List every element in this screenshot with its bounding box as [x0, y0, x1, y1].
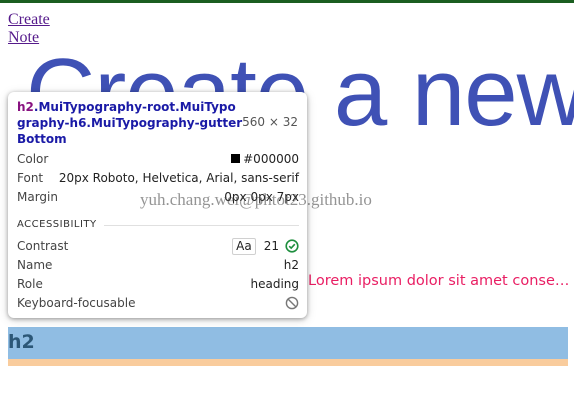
color-swatch-icon [231, 154, 241, 163]
tooltip-size: 560 × 32 [242, 115, 298, 129]
accessibility-divider [104, 225, 299, 226]
accessibility-heading: ACCESSIBILITY [17, 219, 97, 230]
tooltip-margin-label: Margin [17, 190, 58, 204]
tooltip-row-contrast: Contrast Aa 21 [17, 237, 299, 255]
tooltip-row-name: Name h2 [17, 256, 299, 274]
inspector-tooltip: h2.MuiTypography-root.MuiTypography-h6.M… [8, 92, 307, 318]
tooltip-row-color: Color #000000 [17, 150, 299, 168]
tooltip-contrast-value-wrap: Aa 21 [232, 237, 299, 255]
check-circle-icon [285, 239, 299, 253]
tooltip-selector-tag: h2 [17, 100, 34, 114]
block-icon [285, 296, 299, 310]
tooltip-row-margin: Margin 0px 0px 7px [17, 188, 299, 206]
page-subtitle: Lorem ipsum dolor sit amet consectetur a… [308, 273, 570, 289]
inspected-element-highlight [8, 327, 568, 359]
tooltip-row-focusable: Keyboard-focusable [17, 294, 299, 312]
tooltip-name-value: h2 [283, 258, 299, 272]
tooltip-row-font: Font 20px Roboto, Helvetica, Arial, sans… [17, 169, 299, 187]
tooltip-color-label: Color [17, 152, 49, 166]
tooltip-contrast-value: 21 [263, 239, 279, 253]
section-heading: h2 [8, 331, 35, 353]
tooltip-row-role: Role heading [17, 275, 299, 293]
tooltip-color-value: #000000 [243, 152, 299, 166]
tooltip-role-label: Role [17, 277, 43, 291]
tooltip-color-value-wrap: #000000 [231, 150, 299, 168]
tooltip-font-value: 20px Roboto, Helvetica, Arial, sans-seri… [58, 171, 299, 185]
tooltip-selector-classes: .MuiTypography-root.MuiTypography-h6.Mui… [17, 100, 243, 146]
tooltip-focusable-value [279, 294, 299, 312]
tooltip-margin-value: 0px 0px 7px [224, 190, 299, 204]
create-link[interactable]: Create [8, 11, 50, 29]
tooltip-selector: h2.MuiTypography-root.MuiTypography-h6.M… [17, 99, 243, 147]
tooltip-font-label: Font [17, 171, 44, 185]
inspected-element-margin-highlight [8, 359, 568, 366]
tooltip-contrast-label: Contrast [17, 239, 69, 253]
tooltip-focusable-label: Keyboard-focusable [17, 296, 136, 310]
tooltip-role-value: heading [250, 277, 299, 291]
contrast-badge: Aa [232, 238, 256, 255]
tooltip-name-label: Name [17, 258, 53, 272]
top-bar [0, 0, 574, 3]
